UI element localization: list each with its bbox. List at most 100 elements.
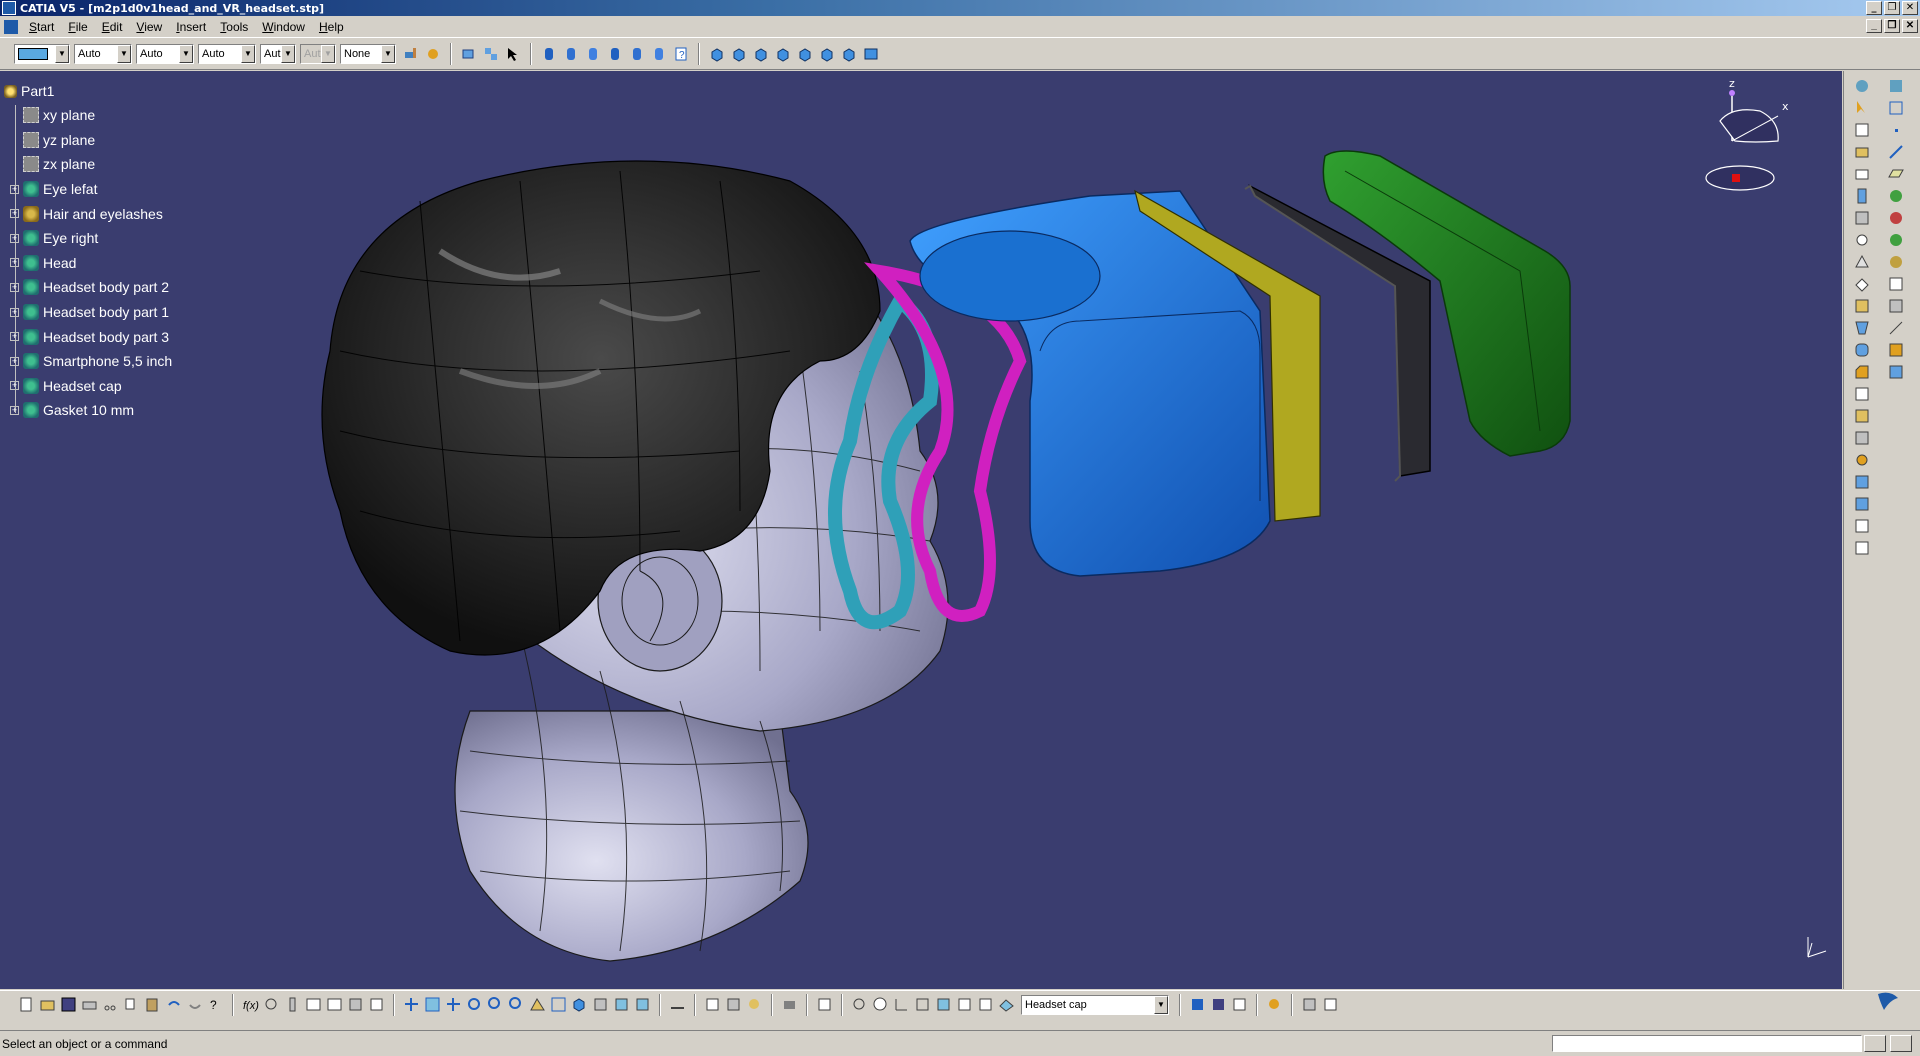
fill-color-combo[interactable]: ▼ — [14, 43, 70, 64]
view-front-icon[interactable] — [730, 45, 748, 63]
knowledge-icon[interactable] — [263, 996, 280, 1013]
menu-view[interactable]: View — [129, 20, 169, 34]
expand-icon[interactable]: + — [10, 209, 19, 219]
doc-close-button[interactable]: ✕ — [1902, 19, 1918, 33]
format-painter-icon[interactable] — [402, 45, 420, 63]
pan-icon[interactable] — [445, 996, 462, 1013]
tree-node-xy-plane[interactable]: xy plane — [4, 103, 172, 128]
expand-icon[interactable]: + — [10, 381, 19, 391]
line-icon[interactable] — [1887, 143, 1905, 161]
tree-node-label[interactable]: Headset body part 1 — [43, 304, 169, 320]
catalog-icon[interactable] — [347, 996, 364, 1013]
tools-palette-icon[interactable] — [816, 996, 833, 1013]
copy-icon[interactable] — [123, 996, 140, 1013]
tree-node-label[interactable]: xy plane — [43, 107, 95, 123]
translate-icon[interactable] — [1887, 187, 1905, 205]
tree-node-smartphone[interactable]: + Smartphone 5,5 inch — [4, 349, 172, 374]
paste-icon[interactable] — [144, 996, 161, 1013]
brush-icon[interactable] — [1266, 996, 1283, 1013]
axis-tool-icon[interactable] — [893, 996, 910, 1013]
rib-icon[interactable] — [1853, 253, 1871, 271]
view-cylinder-5-icon[interactable] — [628, 45, 646, 63]
tree-node-label[interactable]: Headset body part 2 — [43, 279, 169, 295]
constraint-icon[interactable] — [1887, 77, 1905, 95]
mirror-icon[interactable] — [1887, 231, 1905, 249]
3d-scene[interactable]: z x — [0, 71, 1842, 989]
menu-file[interactable]: File — [61, 20, 94, 34]
view-back-icon[interactable] — [752, 45, 770, 63]
analysis-icon[interactable] — [1853, 539, 1871, 557]
close-button[interactable]: ✕ — [1902, 1, 1918, 15]
tree-root-label[interactable]: Part1 — [21, 83, 54, 99]
tree-node-label[interactable]: Hair and eyelashes — [43, 206, 163, 222]
expand-icon[interactable]: + — [10, 258, 19, 268]
normal-view-icon[interactable] — [529, 996, 546, 1013]
chevron-down-icon[interactable]: ▼ — [281, 44, 295, 63]
tree-icon[interactable] — [326, 996, 343, 1013]
menu-insert[interactable]: Insert — [169, 20, 213, 34]
view-iso-icon[interactable] — [708, 45, 726, 63]
tree-node-label[interactable]: Eye lefat — [43, 181, 97, 197]
sketch-icon[interactable] — [1853, 77, 1871, 95]
tree-node-label[interactable]: Smartphone 5,5 inch — [43, 353, 172, 369]
fit-all-icon[interactable] — [424, 996, 441, 1013]
hand-icon[interactable] — [872, 996, 889, 1013]
tree-node-label[interactable]: Head — [43, 255, 76, 271]
axis-icon[interactable] — [1887, 319, 1905, 337]
scale-icon[interactable] — [1887, 275, 1905, 293]
tree-node-headset-body-part-2[interactable]: + Headset body part 2 — [4, 275, 172, 300]
expand-icon[interactable]: + — [10, 184, 19, 194]
minimize-button[interactable]: _ — [1866, 1, 1882, 15]
manual-update-icon[interactable] — [725, 996, 742, 1013]
3d-viewport[interactable]: z x Part1 xy plane yz plane zx plane + E… — [0, 71, 1842, 989]
iso-view-icon[interactable] — [571, 996, 588, 1013]
compass-widget[interactable]: z x — [1705, 77, 1789, 191]
layer-combo[interactable]: None ▼ — [340, 43, 396, 64]
measure-icon[interactable] — [1853, 517, 1871, 535]
stop-icon[interactable] — [746, 996, 763, 1013]
chamfer-icon[interactable] — [1853, 363, 1871, 381]
menu-window[interactable]: Window — [255, 20, 312, 34]
chevron-down-icon[interactable]: ▼ — [241, 44, 255, 63]
tree-node-label[interactable]: Headset cap — [43, 378, 122, 394]
chevron-down-icon[interactable]: ▼ — [1154, 995, 1168, 1014]
work-on-support-icon[interactable] — [956, 996, 973, 1013]
pad-icon[interactable] — [1853, 143, 1871, 161]
chevron-down-icon[interactable]: ▼ — [381, 44, 395, 63]
print-icon[interactable] — [81, 996, 98, 1013]
thread-icon[interactable] — [1853, 451, 1871, 469]
tree-node-head[interactable]: + Head — [4, 251, 172, 276]
tree-node-eye-lefat[interactable]: + Eye lefat — [4, 177, 172, 202]
new-icon[interactable] — [18, 996, 35, 1013]
chevron-down-icon[interactable]: ▼ — [117, 44, 131, 63]
loft-icon[interactable] — [1853, 319, 1871, 337]
fillet-icon[interactable] — [1853, 341, 1871, 359]
doc-minimize-button[interactable]: _ — [1866, 19, 1882, 33]
undo-icon[interactable] — [165, 996, 182, 1013]
pointer-icon[interactable] — [1853, 99, 1871, 117]
edit-icon[interactable] — [1853, 121, 1871, 139]
swap-space-icon[interactable] — [634, 996, 651, 1013]
power-input-help-button[interactable] — [1890, 1035, 1912, 1052]
tree-node-zx-plane[interactable]: zx plane — [4, 152, 172, 177]
tree-node-hair-and-eyelashes[interactable]: + Hair and eyelashes — [4, 201, 172, 226]
check-icon[interactable] — [1231, 996, 1248, 1013]
redo-icon[interactable] — [186, 996, 203, 1013]
expand-icon[interactable]: + — [10, 405, 19, 415]
rotate-icon[interactable] — [1887, 209, 1905, 227]
menu-tools[interactable]: Tools — [213, 20, 255, 34]
reaction-icon[interactable] — [284, 996, 301, 1013]
publish-icon[interactable] — [1189, 996, 1206, 1013]
publication-icon[interactable] — [1210, 996, 1227, 1013]
tree-node-gasket[interactable]: + Gasket 10 mm — [4, 398, 172, 423]
expand-icon[interactable]: + — [10, 307, 19, 317]
doc-restore-button[interactable]: ❐ — [1884, 19, 1900, 33]
expand-icon[interactable]: + — [10, 332, 19, 342]
plane-tool-icon[interactable] — [1887, 165, 1905, 183]
transparency-combo[interactable]: Auto ▼ — [74, 43, 132, 64]
body-select-icon[interactable] — [998, 996, 1015, 1013]
tree-node-headset-cap[interactable]: + Headset cap — [4, 374, 172, 399]
stiffener-icon[interactable] — [1853, 297, 1871, 315]
linetype-combo[interactable]: Auto ▼ — [136, 43, 194, 64]
point-symbol-combo[interactable]: Aut ▼ — [260, 43, 296, 64]
